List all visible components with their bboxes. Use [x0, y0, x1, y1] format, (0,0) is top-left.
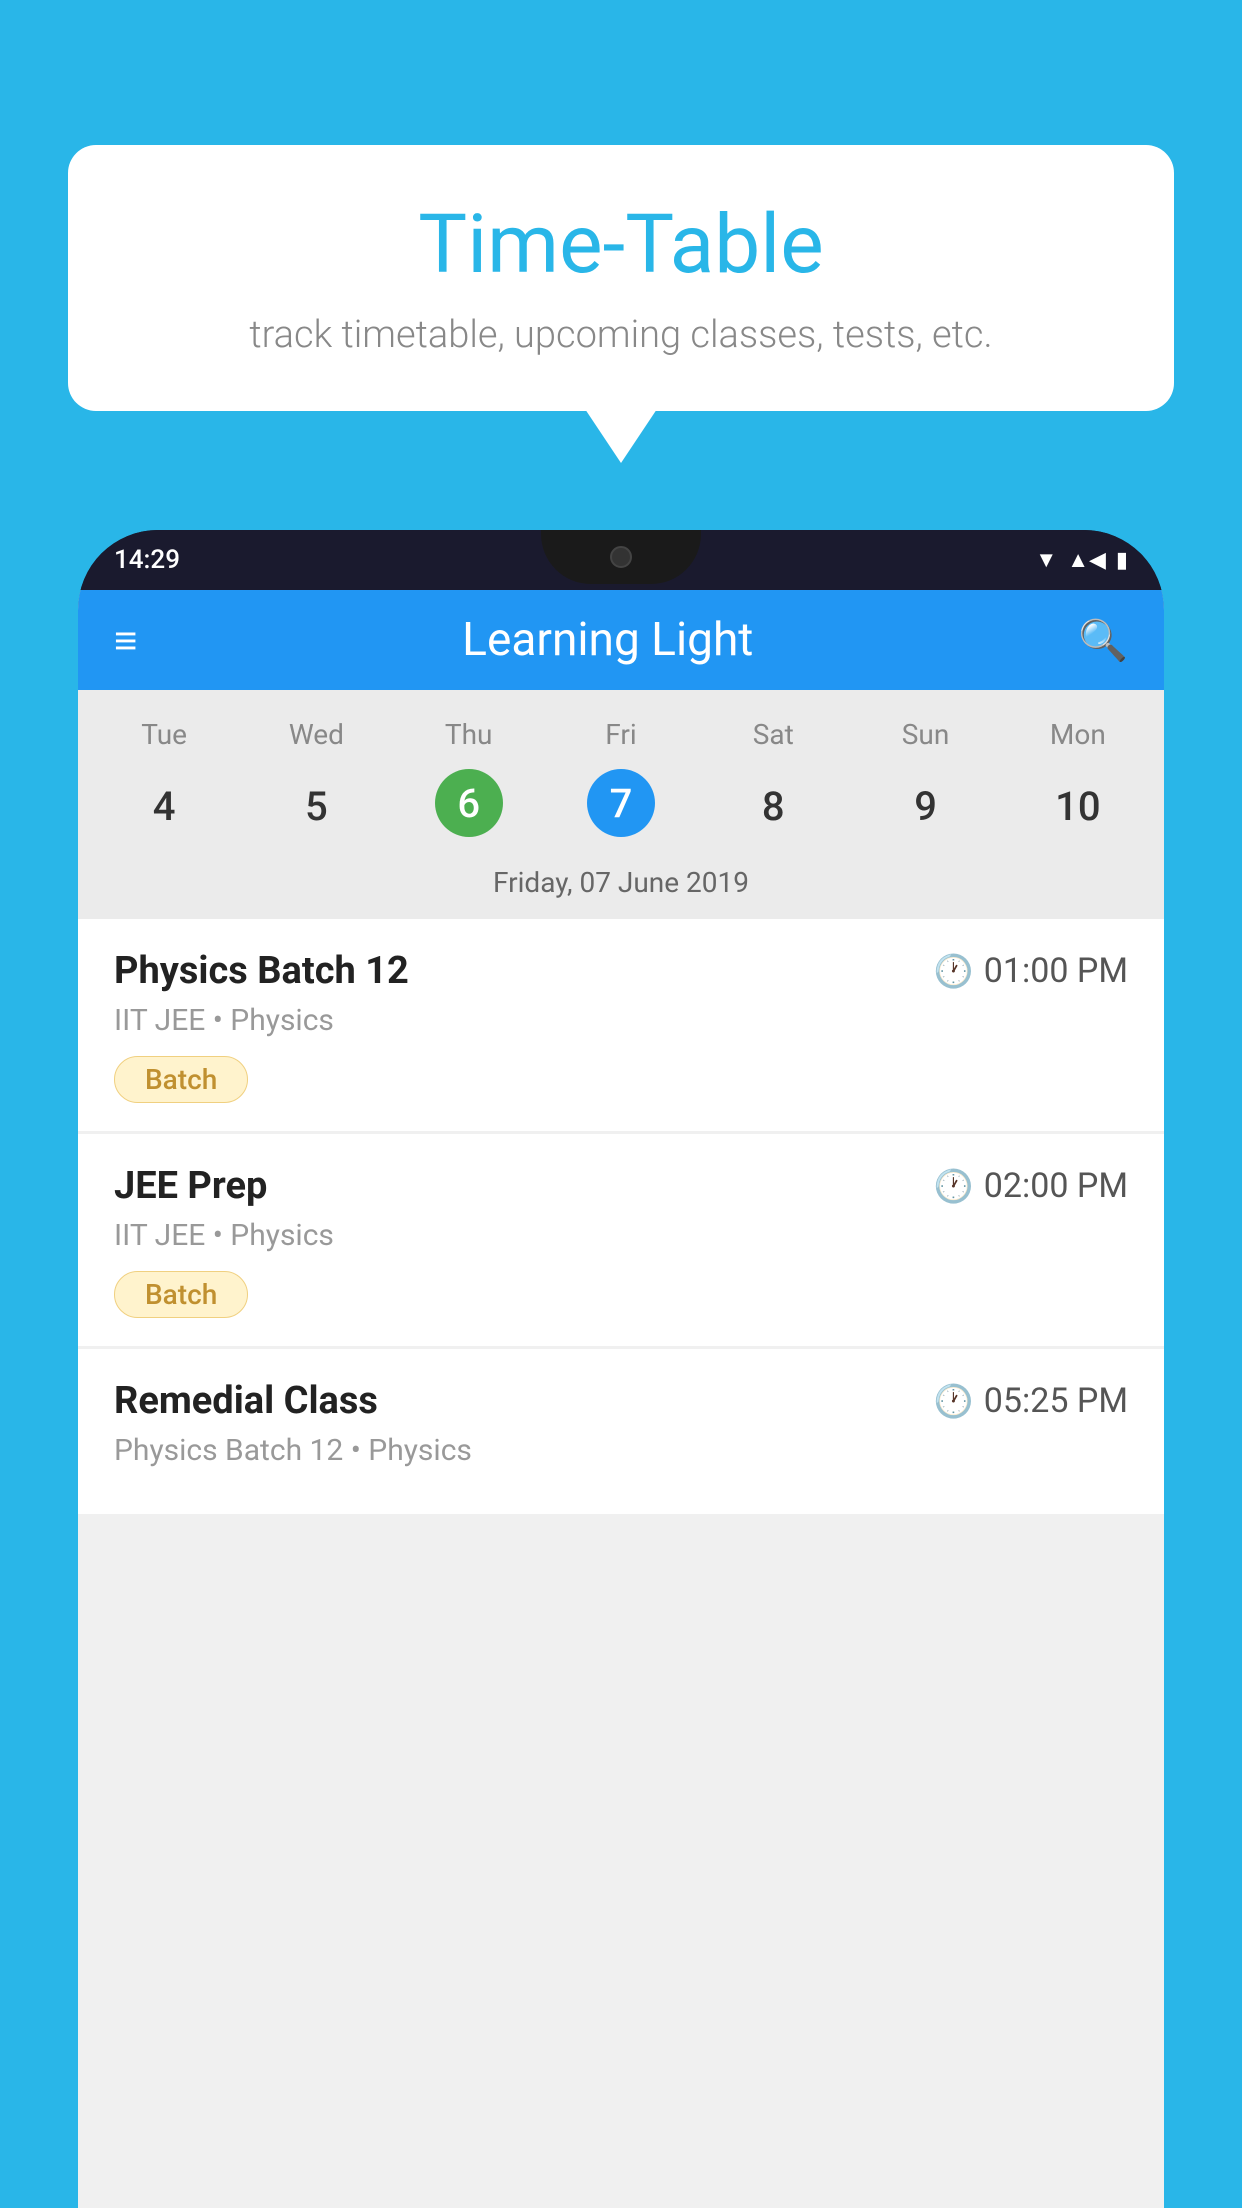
clock-icon: 🕐 [934, 952, 974, 990]
speech-bubble: Time-Table track timetable, upcoming cla… [68, 145, 1174, 411]
day-headers: TueWedThuFriSatSunMon [78, 708, 1164, 761]
schedule-title: Remedial Class [114, 1379, 378, 1423]
day-header: Thu [393, 708, 545, 761]
calendar-date-label: Friday, 07 June 2019 [78, 852, 1164, 919]
schedule-item-top: Physics Batch 12 🕐 01:00 PM [114, 949, 1128, 993]
day-number[interactable]: 4 [153, 769, 176, 844]
batch-badge: Batch [114, 1271, 248, 1318]
schedule-item[interactable]: Remedial Class 🕐 05:25 PM Physics Batch … [78, 1349, 1164, 1514]
schedule-item[interactable]: JEE Prep 🕐 02:00 PM IIT JEE • Physics Ba… [78, 1134, 1164, 1346]
phone-mockup: 14:29 ▼ ▲◀ ▮ ≡ Learning Light 🔍 TueWedTh… [78, 530, 1164, 2208]
day-number[interactable]: 10 [1055, 769, 1100, 844]
time-text: 05:25 PM [984, 1381, 1128, 1421]
day-header: Sun [849, 708, 1001, 761]
schedule-subtitle: IIT JEE • Physics [114, 1218, 1128, 1253]
time-text: 01:00 PM [984, 951, 1128, 991]
signal-icon: ▲◀ [1067, 547, 1106, 573]
bubble-title: Time-Table [128, 197, 1114, 293]
camera [610, 546, 632, 568]
schedule-time: 🕐 05:25 PM [934, 1381, 1128, 1421]
day-header: Fri [545, 708, 697, 761]
clock-icon: 🕐 [934, 1382, 974, 1420]
day-number[interactable]: 8 [762, 769, 785, 844]
schedule-title: Physics Batch 12 [114, 949, 409, 993]
day-header: Tue [88, 708, 240, 761]
day-number[interactable]: 9 [914, 769, 937, 844]
calendar-strip: TueWedThuFriSatSunMon 4 5 6 7 8 9 10 Friday, 0… [78, 690, 1164, 919]
schedule-list: Physics Batch 12 🕐 01:00 PM IIT JEE • Ph… [78, 919, 1164, 1517]
schedule-item-top: Remedial Class 🕐 05:25 PM [114, 1379, 1128, 1423]
day-header: Wed [240, 708, 392, 761]
time-text: 02:00 PM [984, 1166, 1128, 1206]
day-number[interactable]: 7 [587, 769, 655, 837]
clock-icon: 🕐 [934, 1167, 974, 1205]
schedule-item[interactable]: Physics Batch 12 🕐 01:00 PM IIT JEE • Ph… [78, 919, 1164, 1131]
app-bar: ≡ Learning Light 🔍 [78, 590, 1164, 690]
schedule-time: 🕐 02:00 PM [934, 1166, 1128, 1206]
hamburger-icon[interactable]: ≡ [114, 617, 137, 664]
schedule-subtitle: Physics Batch 12 • Physics [114, 1433, 1128, 1468]
notch [541, 530, 701, 584]
status-bar: 14:29 ▼ ▲◀ ▮ [78, 530, 1164, 590]
battery-icon: ▮ [1116, 548, 1128, 573]
schedule-time: 🕐 01:00 PM [934, 951, 1128, 991]
schedule-item-top: JEE Prep 🕐 02:00 PM [114, 1164, 1128, 1208]
batch-badge: Batch [114, 1056, 248, 1103]
status-icons: ▼ ▲◀ ▮ [1035, 547, 1128, 573]
schedule-title: JEE Prep [114, 1164, 267, 1208]
day-header: Sat [697, 708, 849, 761]
app-bar-title: Learning Light [462, 613, 753, 667]
day-header: Mon [1002, 708, 1154, 761]
day-numbers: 4 5 6 7 8 9 10 [78, 761, 1164, 852]
day-number[interactable]: 5 [305, 769, 328, 844]
day-number[interactable]: 6 [435, 769, 503, 837]
status-time: 14:29 [114, 545, 180, 575]
phone-screen: ≡ Learning Light 🔍 TueWedThuFriSatSunMon… [78, 590, 1164, 2208]
schedule-subtitle: IIT JEE • Physics [114, 1003, 1128, 1038]
search-icon[interactable]: 🔍 [1078, 617, 1128, 664]
bubble-subtitle: track timetable, upcoming classes, tests… [128, 313, 1114, 357]
wifi-icon: ▼ [1035, 547, 1057, 573]
